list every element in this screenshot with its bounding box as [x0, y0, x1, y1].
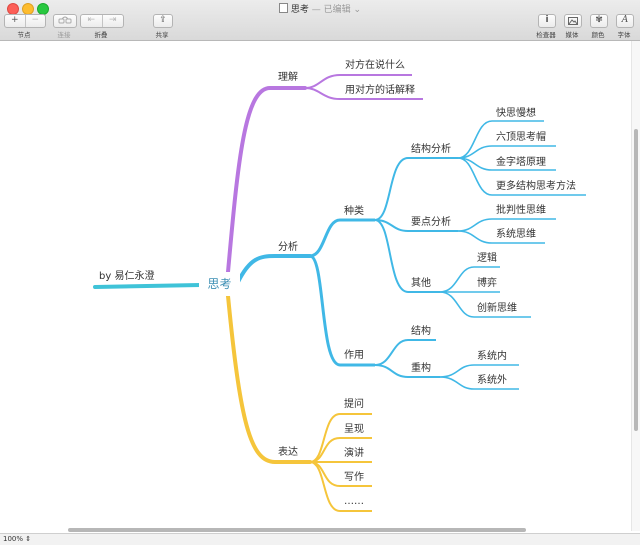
express-child-node[interactable]: ……	[344, 496, 364, 508]
key-points-child-node[interactable]: 批判性思维	[496, 205, 546, 217]
add-node-button[interactable]: +	[5, 15, 26, 27]
vertical-scrollbar[interactable]	[631, 41, 640, 531]
status-bar: 100% ⇕	[0, 533, 640, 545]
chevron-down-icon[interactable]: ⌄	[354, 5, 362, 15]
mindmap-canvas[interactable]	[0, 41, 632, 531]
analyze-branch-line	[236, 254, 312, 284]
structure-node[interactable]: 结构	[411, 326, 431, 338]
key-points-child-node[interactable]: 系统思维	[496, 229, 536, 241]
author-line	[93, 283, 202, 289]
zoom-value: 100%	[3, 535, 24, 543]
stepper-icon: ⇕	[25, 535, 32, 543]
title-bar: 思考 — 已编辑 ⌄ + − 节点 连接 ⇤ ⇥ 折叠 ⇪ 共享 i 检查器 媒…	[0, 0, 640, 41]
express-child-node[interactable]: 提问	[344, 399, 364, 411]
structural-analysis-node[interactable]: 结构分析	[411, 144, 451, 156]
functions-node[interactable]: 作用	[344, 350, 364, 362]
zoom-selector[interactable]: 100% ⇕	[3, 535, 31, 543]
color-button[interactable]: ✾	[590, 14, 608, 28]
font-button[interactable]: A	[616, 14, 634, 28]
author-node[interactable]: by 易仁永澄	[99, 271, 154, 283]
express-node[interactable]: 表达	[278, 447, 298, 459]
share-icon: ⇪	[159, 15, 167, 25]
types-node[interactable]: 种类	[344, 206, 364, 218]
restructure-child-node[interactable]: 系统外	[477, 375, 507, 387]
others-child-node[interactable]: 逻辑	[477, 253, 497, 265]
fold-button-group: ⇤ ⇥	[80, 14, 124, 28]
node-label: 节点	[17, 31, 31, 39]
media-label: 媒体	[565, 31, 579, 39]
unfold-icon[interactable]: ⇥	[103, 15, 124, 27]
structural-child-node[interactable]: 六顶思考帽	[496, 132, 546, 144]
restructure-child-node[interactable]: 系统内	[477, 351, 507, 363]
document-icon	[278, 3, 288, 13]
fold-icon[interactable]: ⇤	[81, 15, 103, 27]
structural-child-node[interactable]: 更多结构思考方法	[496, 181, 576, 193]
express-child-node[interactable]: 写作	[344, 472, 364, 484]
media-button[interactable]	[564, 14, 582, 28]
understand-node[interactable]: 理解	[278, 72, 298, 84]
remove-node-button[interactable]: −	[26, 15, 46, 27]
document-name: 思考	[290, 5, 309, 15]
color-icon: ✾	[595, 15, 603, 25]
fold-label: 折叠	[94, 31, 108, 39]
horizontal-scroll-thumb[interactable]	[68, 528, 526, 532]
understand-child-node[interactable]: 用对方的话解释	[345, 85, 415, 97]
inspector-icon: i	[545, 15, 549, 25]
share-button[interactable]: ⇪	[153, 14, 173, 28]
types-line	[309, 218, 375, 258]
understand-child-node[interactable]: 对方在说什么	[345, 60, 405, 72]
connect-label: 连接	[57, 31, 71, 39]
mindmap-connectors	[93, 74, 586, 512]
express-child-node[interactable]: 演讲	[344, 448, 364, 460]
key-points-node[interactable]: 要点分析	[411, 217, 451, 229]
root-node[interactable]: 思考	[199, 272, 240, 296]
font-label: 字体	[617, 31, 631, 39]
horizontal-scrollbar[interactable]	[0, 526, 632, 533]
inspector-button[interactable]: i	[538, 14, 556, 28]
connect-button[interactable]	[53, 14, 77, 28]
others-child-node[interactable]: 创新思维	[477, 303, 517, 315]
express-branch-line	[226, 294, 312, 464]
structural-child-node[interactable]: 快思慢想	[496, 108, 536, 120]
express-child-node[interactable]: 呈现	[344, 424, 364, 436]
vertical-scroll-thumb[interactable]	[634, 129, 638, 431]
others-node[interactable]: 其他	[411, 278, 431, 290]
others-child-node[interactable]: 博弈	[477, 278, 497, 290]
inspector-label: 检查器	[536, 31, 556, 39]
image-icon	[568, 17, 578, 25]
share-label: 共享	[155, 31, 169, 39]
color-label: 颜色	[591, 31, 605, 39]
structural-child-node[interactable]: 金字塔原理	[496, 157, 546, 169]
structure-line	[374, 339, 436, 366]
font-icon: A	[621, 15, 629, 25]
restructure-node[interactable]: 重构	[411, 363, 431, 375]
connect-icon	[58, 16, 72, 24]
analyze-node[interactable]: 分析	[278, 242, 298, 254]
functions-line	[309, 254, 375, 367]
structural-line	[374, 157, 458, 221]
node-button-group: + −	[4, 14, 46, 28]
edited-status: — 已编辑	[311, 5, 351, 15]
